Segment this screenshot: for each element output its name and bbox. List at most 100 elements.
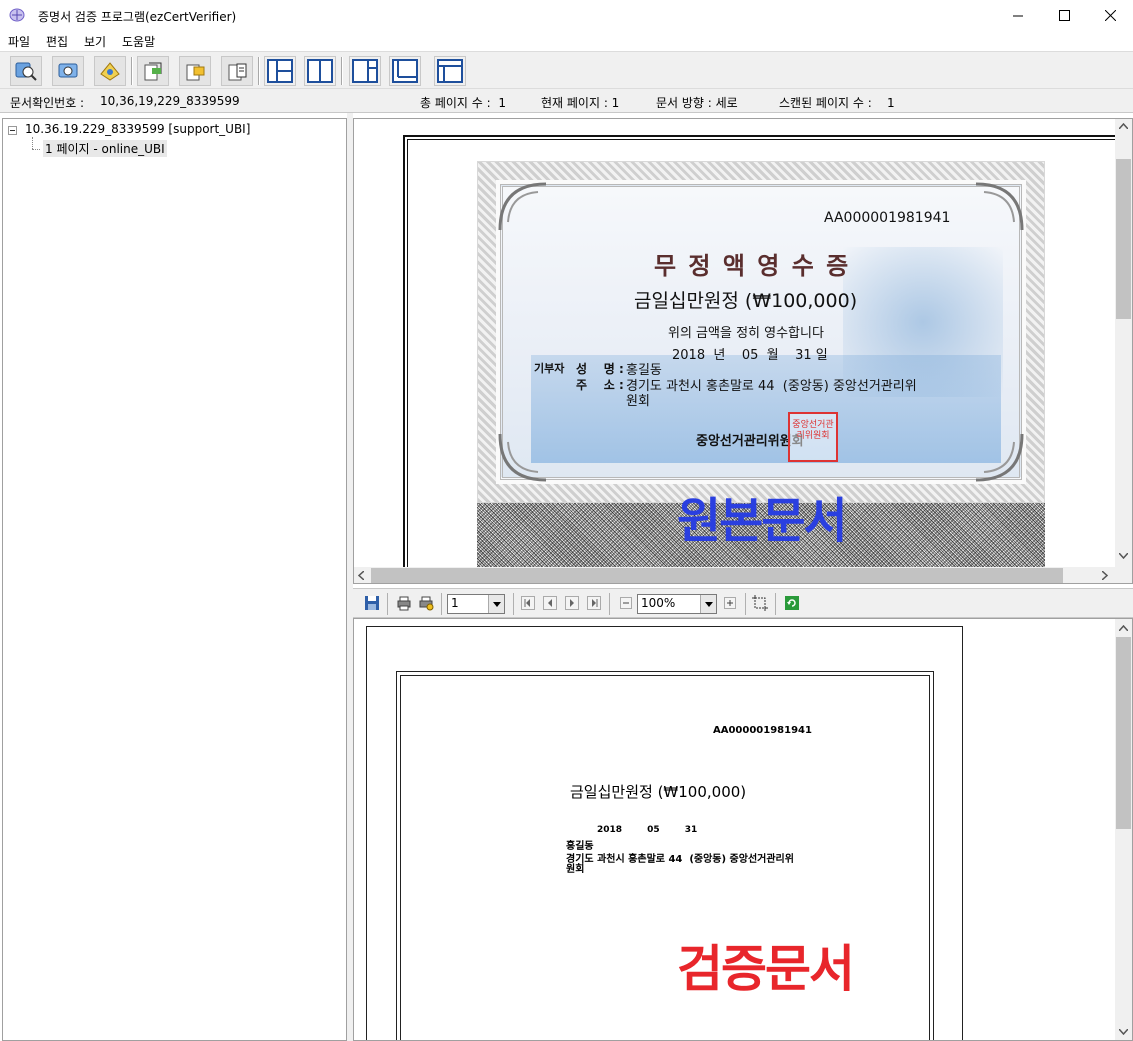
ornament-top-right-icon [975, 182, 1024, 231]
top-pane-vertical-scrollbar[interactable] [1115, 119, 1132, 567]
previous-page-button[interactable] [541, 594, 559, 612]
menu-bar: 파일 편집 보기 도움말 [0, 31, 1133, 51]
document-tool-button[interactable] [221, 56, 253, 86]
report-page: AA000001981941 금일십만원정 (₩100,000) 2018 05… [366, 626, 963, 1040]
scanned-pages: 스캔된 페이지 수 : 1 [779, 96, 895, 110]
zoom-in-icon [724, 597, 736, 609]
save-button[interactable] [363, 594, 381, 612]
layout-split-icon [267, 59, 293, 83]
layout-top-icon [437, 59, 463, 83]
donor-address-line2: 원회 [626, 394, 650, 409]
bottom-pane-vertical-scrollbar[interactable] [1115, 619, 1132, 1040]
vertical-scroll-thumb[interactable] [1116, 159, 1131, 319]
scroll-down-icon[interactable] [1119, 1029, 1128, 1035]
search-tool-button[interactable] [10, 56, 42, 86]
scan-tool-icon [144, 62, 162, 81]
certificate-serial: AA000001981941 [824, 210, 951, 226]
layout-left-icon [352, 59, 378, 83]
fit-page-button[interactable] [751, 594, 769, 612]
doc-id-value: 10,36,19,229_8339599 [100, 94, 240, 108]
orientation: 문서 방향 : 세로 [656, 96, 738, 110]
print-setup-button[interactable] [417, 594, 435, 612]
zoom-in-button[interactable] [721, 594, 739, 612]
page-select[interactable]: 1 [447, 594, 505, 614]
print-button[interactable] [395, 594, 413, 612]
scroll-up-icon[interactable] [1119, 625, 1128, 631]
app-icon [8, 7, 26, 23]
layout-bottom-icon [392, 59, 418, 83]
scroll-down-icon[interactable] [1119, 553, 1128, 559]
certificate-statement: 위의 금액을 정히 영수합니다 [668, 326, 824, 341]
last-page-button[interactable] [585, 594, 603, 612]
collapse-toggle-icon[interactable] [8, 126, 17, 135]
layout-left-button[interactable] [349, 56, 381, 86]
vertical-scroll-thumb[interactable] [1116, 637, 1131, 829]
title-bar: 증명서 검증 프로그램(ezCertVerifier) [0, 0, 1133, 31]
scroll-left-icon[interactable] [358, 571, 364, 580]
menu-view[interactable]: 보기 [84, 33, 106, 50]
zoom-out-icon [620, 597, 632, 609]
verification-amount: 금일십만원정 (₩100,000) [570, 783, 747, 801]
ornament-top-left-icon [498, 182, 547, 231]
refresh-button[interactable] [783, 594, 801, 612]
first-page-button[interactable] [519, 594, 537, 612]
current-page: 현재 페이지 : 1 [541, 96, 620, 110]
next-page-icon [565, 596, 579, 610]
doc-id-label: 문서확인번호 : [10, 96, 85, 110]
close-button[interactable] [1087, 0, 1133, 31]
original-document-stamp: 원본문서 [677, 493, 848, 549]
certificate-amount: 금일십만원정 (₩100,000) [634, 290, 858, 312]
verification-document-pane: AA000001981941 금일십만원정 (₩100,000) 2018 05… [353, 618, 1133, 1041]
verify-tool-button[interactable] [94, 56, 126, 86]
chevron-down-icon[interactable] [700, 595, 716, 613]
total-pages: 총 페이지 수 : 1 [420, 96, 506, 110]
previous-page-icon [543, 596, 557, 610]
ornament-bottom-right-icon [975, 433, 1024, 482]
layout-columns-button[interactable] [304, 56, 336, 86]
document-tree: 10.36.19.229_8339599 [support_UBI] 1 페이지… [2, 118, 347, 1041]
donor-label: 기부자 [534, 362, 565, 375]
donor-address-line1: 경기도 과천시 홍촌말로 44 (중앙동) 중앙선거관리위 [626, 379, 917, 394]
tree-root-node[interactable]: 10.36.19.229_8339599 [support_UBI] [25, 122, 250, 136]
print-icon [397, 596, 411, 611]
document-tool-icon [228, 63, 247, 81]
layout-bottom-button[interactable] [389, 56, 421, 86]
verification-document-stamp: 검증문서 [677, 940, 855, 998]
print-setup-icon [419, 596, 434, 611]
scroll-up-icon[interactable] [1119, 123, 1128, 129]
official-seal-icon: 중앙선거관리위원회 [788, 412, 838, 462]
verification-address-line2: 원회 [566, 864, 585, 875]
address-label: 주 소 : [576, 378, 624, 392]
scroll-right-icon[interactable] [1102, 571, 1108, 580]
view-tool-button[interactable] [52, 56, 84, 86]
view-tool-icon [58, 63, 78, 78]
folder-tool-icon [186, 64, 205, 81]
folder-tool-button[interactable] [179, 56, 211, 86]
next-page-button[interactable] [563, 594, 581, 612]
zoom-out-button[interactable] [617, 594, 635, 612]
chevron-down-icon[interactable] [488, 595, 504, 613]
document-info-bar: 문서확인번호 : 10,36,19,229_8339599 총 페이지 수 : … [0, 89, 1133, 113]
first-page-icon [521, 596, 535, 610]
layout-split-button[interactable] [264, 56, 296, 86]
menu-edit[interactable]: 편집 [46, 33, 68, 50]
certificate-date: 2018 년 05 월 31 일 [672, 348, 828, 363]
minimize-button[interactable] [995, 0, 1041, 31]
zoom-select-value: 100% [641, 596, 676, 610]
window-title: 증명서 검증 프로그램(ezCertVerifier) [38, 10, 237, 24]
top-pane-horizontal-scrollbar[interactable] [354, 567, 1117, 583]
layout-top-button[interactable] [434, 56, 466, 86]
menu-file[interactable]: 파일 [8, 33, 30, 50]
original-document-pane: AA000001981941 무 정 액 영 수 증 금일십만원정 (₩100,… [353, 118, 1133, 584]
tree-page-node[interactable]: 1 페이지 - online_UBI [43, 140, 167, 157]
layout-columns-icon [307, 59, 333, 83]
save-icon [365, 596, 379, 610]
maximize-button[interactable] [1041, 0, 1087, 31]
name-label: 성 명 : [576, 362, 624, 376]
main-toolbar [0, 51, 1133, 89]
horizontal-scroll-thumb[interactable] [371, 568, 1063, 583]
scan-tool-button[interactable] [137, 56, 169, 86]
seal-text: 중앙선거관리위원회 [792, 420, 834, 441]
zoom-select[interactable]: 100% [637, 594, 717, 614]
menu-help[interactable]: 도움말 [122, 33, 155, 50]
